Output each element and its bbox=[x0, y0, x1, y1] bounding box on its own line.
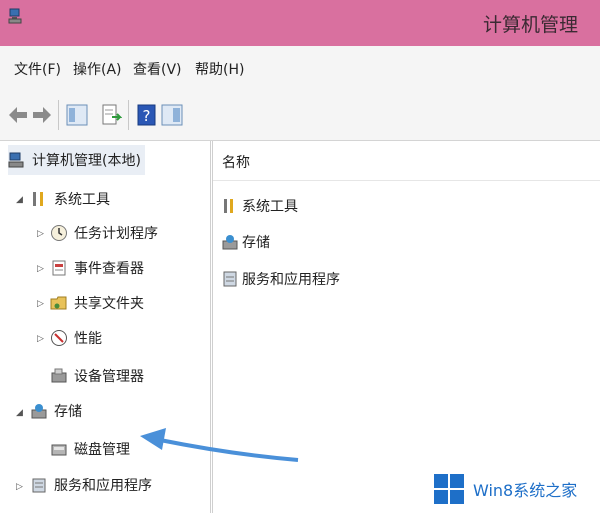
show-tree-icon[interactable] bbox=[66, 102, 88, 128]
disk-icon bbox=[51, 444, 67, 456]
annotation-arrow-icon bbox=[140, 428, 299, 462]
tree-item-shared-folders[interactable]: 共享文件夹 bbox=[50, 288, 144, 318]
collapse-arrow-icon[interactable]: ◢ bbox=[16, 408, 23, 418]
expand-arrow-icon[interactable]: ▷ bbox=[37, 264, 44, 274]
title-bar: 计算机管理 bbox=[0, 0, 600, 46]
tree-item-label: 任务计划程序 bbox=[74, 226, 158, 242]
tree-item-label: 设备管理器 bbox=[74, 369, 144, 385]
menu-file[interactable]: 文件(F) bbox=[14, 59, 61, 79]
menu-action[interactable]: 操作(A) bbox=[73, 59, 122, 79]
list-item-label: 系统工具 bbox=[242, 199, 298, 215]
menu-bar: 文件(F) 操作(A) 查看(V) 帮助(H) bbox=[0, 46, 600, 90]
collapse-arrow-icon[interactable]: ◢ bbox=[16, 195, 23, 205]
back-arrow-icon[interactable] bbox=[7, 102, 29, 128]
menu-help[interactable]: 帮助(H) bbox=[195, 59, 244, 79]
expand-arrow-icon[interactable]: ▷ bbox=[16, 482, 23, 492]
tree-item-label: 性能 bbox=[74, 331, 102, 347]
list-item-services-apps[interactable]: 服务和应用程序 bbox=[222, 266, 340, 292]
window-title: 计算机管理 bbox=[482, 14, 578, 36]
properties-icon[interactable] bbox=[161, 102, 183, 128]
tree-item-label: 共享文件夹 bbox=[74, 296, 144, 312]
tree-item-label: 事件查看器 bbox=[74, 261, 144, 277]
list-item-label: 服务和应用程序 bbox=[242, 272, 340, 288]
event-log-icon bbox=[52, 260, 66, 276]
column-header-name[interactable]: 名称 bbox=[222, 152, 250, 172]
toolbar-separator bbox=[58, 100, 59, 130]
watermark-text: Win8系统之家 bbox=[473, 481, 578, 500]
tree-item-label: 存储 bbox=[54, 404, 82, 420]
tree-item-device-manager[interactable]: 设备管理器 bbox=[50, 361, 144, 391]
toolbar-separator bbox=[128, 100, 129, 130]
help-icon[interactable]: ? bbox=[136, 102, 158, 128]
tools-icon bbox=[224, 199, 233, 213]
forward-arrow-icon[interactable] bbox=[31, 102, 53, 128]
tree-item-system-tools[interactable]: 系统工具 bbox=[30, 184, 110, 214]
clock-icon bbox=[51, 225, 67, 241]
shared-folder-icon bbox=[50, 296, 67, 310]
services-icon bbox=[223, 271, 237, 287]
windows-logo-icon bbox=[434, 474, 464, 504]
tree-root[interactable]: 计算机管理(本地) bbox=[8, 145, 145, 175]
tools-icon bbox=[33, 192, 43, 206]
storage-icon bbox=[222, 235, 238, 250]
services-icon bbox=[32, 478, 46, 493]
tree-item-label: 系统工具 bbox=[54, 192, 110, 208]
header-divider bbox=[213, 180, 600, 181]
storage-icon bbox=[31, 404, 47, 419]
tree-item-performance[interactable]: 性能 bbox=[50, 323, 102, 353]
performance-icon bbox=[51, 330, 67, 346]
tree-item-task-scheduler[interactable]: 任务计划程序 bbox=[50, 218, 158, 248]
tree-item-label: 磁盘管理 bbox=[74, 442, 130, 458]
computer-management-icon bbox=[8, 8, 22, 24]
computer-management-icon bbox=[8, 152, 24, 168]
list-item-system-tools[interactable]: 系统工具 bbox=[222, 193, 298, 219]
tree-item-disk-management[interactable]: 磁盘管理 bbox=[50, 434, 130, 464]
svg-text:?: ? bbox=[143, 107, 151, 125]
list-item-label: 存储 bbox=[242, 235, 270, 251]
toolbar: ? bbox=[0, 90, 600, 141]
watermark: Win8系统之家 bbox=[433, 470, 600, 508]
export-list-icon[interactable] bbox=[100, 102, 122, 128]
tree-item-event-viewer[interactable]: 事件查看器 bbox=[50, 253, 144, 283]
expand-arrow-icon[interactable]: ▷ bbox=[37, 334, 44, 344]
list-item-storage[interactable]: 存储 bbox=[222, 229, 270, 255]
expand-arrow-icon[interactable]: ▷ bbox=[37, 299, 44, 309]
expand-arrow-icon[interactable]: ▷ bbox=[37, 229, 44, 239]
tree-item-storage[interactable]: 存储 bbox=[30, 396, 82, 426]
menu-view[interactable]: 查看(V) bbox=[133, 59, 182, 79]
device-manager-icon bbox=[51, 368, 67, 383]
tree-root-label: 计算机管理(本地) bbox=[32, 153, 141, 169]
